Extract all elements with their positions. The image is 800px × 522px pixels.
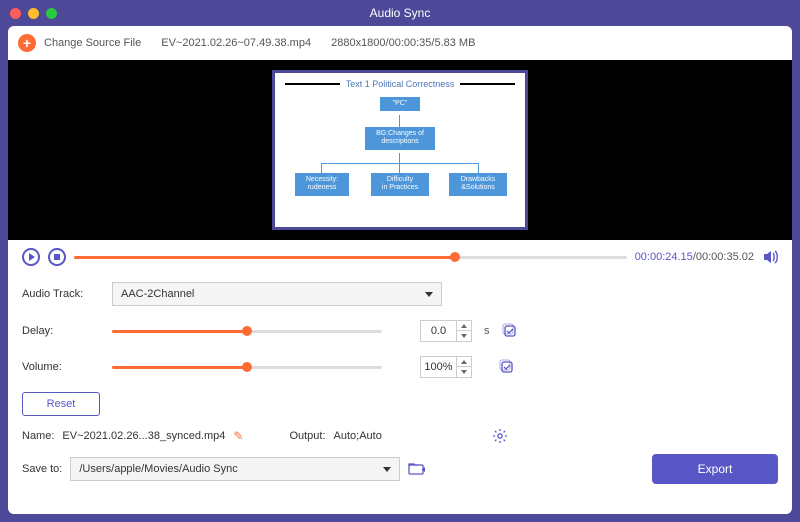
name-value: EV~2021.02.26...38_synced.mp4 <box>62 430 225 442</box>
export-button[interactable]: Export <box>652 454 778 484</box>
progress-slider[interactable] <box>74 256 627 259</box>
speaker-icon[interactable] <box>762 249 778 265</box>
edit-name-icon[interactable]: ✎ <box>233 429 243 443</box>
volume-step-down[interactable] <box>457 367 471 377</box>
audio-track-value: AAC-2Channel <box>121 288 194 300</box>
window-title: Audio Sync <box>370 6 431 20</box>
bottom-section: Name: EV~2021.02.26...38_synced.mp4 ✎ Ou… <box>8 424 792 494</box>
delay-slider[interactable] <box>112 330 382 333</box>
delay-step-up[interactable] <box>457 321 471 331</box>
close-window-button[interactable] <box>10 8 21 19</box>
main-panel: + Change Source File EV~2021.02.26~07.49… <box>8 26 792 514</box>
source-filename: EV~2021.02.26~07.49.38.mp4 <box>161 37 311 49</box>
volume-step-up[interactable] <box>457 357 471 367</box>
saveto-label: Save to: <box>22 463 62 475</box>
controls-section: Audio Track: AAC-2Channel Delay: 0.0 s V… <box>8 274 792 424</box>
delay-value: 0.0 <box>421 325 456 337</box>
slide-diagram: "PC" BG:Changes of descriptions Necessit… <box>285 93 515 221</box>
window-controls <box>10 8 57 19</box>
change-source-button[interactable]: + Change Source File <box>18 34 141 52</box>
source-meta: 2880x1800/00:00:35/5.83 MB <box>331 37 475 49</box>
saveto-value: /Users/apple/Movies/Audio Sync <box>79 463 237 475</box>
video-preview[interactable]: Text 1 Political Correctness "PC" BG:Cha… <box>8 60 792 240</box>
volume-slider[interactable] <box>112 366 382 369</box>
chevron-down-icon <box>383 467 391 472</box>
delay-label: Delay: <box>22 325 100 337</box>
time-display: 00:00:24.15/00:00:35.02 <box>635 251 754 263</box>
preview-content: Text 1 Political Correctness "PC" BG:Cha… <box>272 70 528 230</box>
name-label: Name: <box>22 430 54 442</box>
output-value: Auto;Auto <box>334 430 484 442</box>
minimize-window-button[interactable] <box>28 8 39 19</box>
open-folder-icon[interactable] <box>408 461 426 477</box>
delay-unit: s <box>484 325 490 337</box>
delay-input[interactable]: 0.0 <box>420 320 472 342</box>
total-time: 00:00:35.02 <box>696 251 754 263</box>
output-settings-icon[interactable] <box>492 428 508 444</box>
slide-heading: Text 1 Political Correctness <box>346 79 455 89</box>
change-source-label: Change Source File <box>44 37 141 49</box>
chevron-down-icon <box>425 292 433 297</box>
maximize-window-button[interactable] <box>46 8 57 19</box>
plus-icon: + <box>18 34 36 52</box>
audio-track-label: Audio Track: <box>22 288 100 300</box>
volume-value: 100% <box>421 361 456 373</box>
volume-apply-icon[interactable] <box>499 359 515 375</box>
play-button[interactable] <box>22 248 40 266</box>
delay-step-down[interactable] <box>457 331 471 341</box>
saveto-select[interactable]: /Users/apple/Movies/Audio Sync <box>70 457 400 481</box>
volume-input[interactable]: 100% <box>420 356 472 378</box>
volume-label: Volume: <box>22 361 100 373</box>
current-time: 00:00:24.15 <box>635 251 693 263</box>
reset-button[interactable]: Reset <box>22 392 100 416</box>
output-label: Output: <box>289 430 325 442</box>
audio-track-select[interactable]: AAC-2Channel <box>112 282 442 306</box>
titlebar: Audio Sync <box>0 0 800 26</box>
source-bar: + Change Source File EV~2021.02.26~07.49… <box>8 26 792 60</box>
stop-button[interactable] <box>48 248 66 266</box>
transport-bar: 00:00:24.15/00:00:35.02 <box>8 240 792 274</box>
delay-apply-icon[interactable] <box>502 323 518 339</box>
